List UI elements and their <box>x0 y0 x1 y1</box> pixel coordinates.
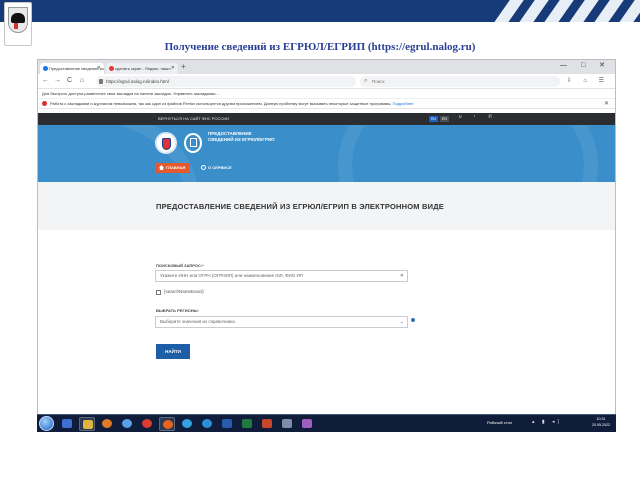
browser-search-input[interactable]: ⌕ Поиск <box>360 76 560 87</box>
vk-icon[interactable]: ʋ <box>459 114 462 120</box>
notification-bar: Работа с закладками и журналом невозможн… <box>38 99 615 109</box>
home-icon <box>159 165 164 170</box>
system-tray[interactable]: ▴ ▮ ◂) <box>532 419 562 425</box>
service-document-icon <box>184 133 202 153</box>
page-title-band: ПРЕДОСТАВЛЕНИЕ СВЕДЕНИЙ ИЗ ЕГРЮЛ/ЕГРИП В… <box>38 182 615 230</box>
chevron-down-icon: ⌄ <box>399 319 404 325</box>
clock[interactable]: 10:31 20.05.2022 <box>592 417 610 428</box>
powerpoint-taskbar-icon[interactable] <box>259 417 275 431</box>
browser-taskbar-icon[interactable] <box>119 417 135 431</box>
exact-name-checkbox[interactable] <box>156 290 161 295</box>
yandex-favicon-icon <box>109 66 114 71</box>
toolbar-menu-icons[interactable]: ⇩ ⌂ ☰ <box>567 77 609 84</box>
region-info-icon[interactable] <box>411 318 415 322</box>
warning-icon <box>42 101 47 106</box>
tab-yandex[interactable]: сделать скрин - Яндекс: нашл ✕ <box>106 63 178 74</box>
region-label: ВЫБРАТЬ РЕГИОНЫ: <box>156 308 199 313</box>
search-query-input[interactable]: Укажите ИНН или ОГРН (ОГРНИП) или наимен… <box>155 270 408 282</box>
site-top-bar: ВЕРНУТЬСЯ НА САЙТ ФНС РОССИИ RU EN ʋ ᵗ ✆ <box>38 113 615 125</box>
twitter-icon[interactable]: ᵗ <box>474 114 475 120</box>
info-icon <box>201 165 206 170</box>
close-notification-button[interactable]: ✕ <box>604 99 609 109</box>
chrome-taskbar-icon[interactable] <box>139 417 155 431</box>
phone-icon[interactable]: ✆ <box>488 114 492 120</box>
home-icon[interactable]: ⌂ <box>80 77 84 84</box>
exact-name-label: {searchNameExact} <box>164 289 204 294</box>
lang-ru-button[interactable]: RU <box>429 116 439 122</box>
region-select[interactable]: Выберите значения из справочника ⌄ <box>155 316 408 328</box>
lang-en-button[interactable]: EN <box>440 116 449 122</box>
bookmarks-bar: Для быстрого доступа разместите свои зак… <box>38 89 615 99</box>
telegram-taskbar-icon[interactable] <box>179 417 195 431</box>
back-button[interactable]: ← <box>42 77 49 84</box>
browser-toolbar: ← → C ⌂ https://egrul.nalog.ru/index.htm… <box>38 74 615 89</box>
new-tab-button[interactable]: + <box>181 62 186 71</box>
address-bar[interactable]: https://egrul.nalog.ru/index.html <box>96 76 356 87</box>
fns-emblem-logo[interactable] <box>155 132 177 154</box>
site-header: ПРЕДОСТАВЛЕНИЕ СВЕДЕНИЙ ИЗ ЕГРЮЛ/ЕГРИП Г… <box>38 125 615 182</box>
find-button[interactable]: НАЙТИ <box>156 344 190 359</box>
browser-tab-bar: Предоставление сведений из ✕ сделать скр… <box>38 60 615 74</box>
back-to-fns-link[interactable]: ВЕРНУТЬСЯ НА САЙТ ФНС РОССИИ <box>158 113 229 125</box>
page-title: ПРЕДОСТАВЛЕНИЕ СВЕДЕНИЙ ИЗ ЕГРЮЛ/ЕГРИП В… <box>156 202 444 211</box>
service-title: ПРЕДОСТАВЛЕНИЕ СВЕДЕНИЙ ИЗ ЕГРЮЛ/ЕГРИП <box>208 131 275 142</box>
app-taskbar-icon[interactable] <box>279 417 295 431</box>
home-button[interactable]: ГЛАВНАЯ <box>156 163 190 173</box>
app-taskbar-icon-2[interactable] <box>299 417 315 431</box>
browser-screenshot: Предоставление сведений из ✕ сделать скр… <box>37 59 616 432</box>
excel-taskbar-icon[interactable] <box>239 417 255 431</box>
reload-button[interactable]: C <box>67 77 72 84</box>
clear-icon[interactable]: ✕ <box>400 271 404 281</box>
firefox-taskbar-icon[interactable] <box>159 417 175 431</box>
word-taskbar-icon[interactable] <box>219 417 235 431</box>
skype-taskbar-icon[interactable] <box>199 417 215 431</box>
slide-title: Получение сведений из ЕГРЮЛ/ЕГРИП (https… <box>164 41 476 53</box>
more-info-link[interactable]: Подробнее <box>393 101 414 106</box>
desktop-label[interactable]: Рабочий стол <box>487 420 512 425</box>
tab-egrul[interactable]: Предоставление сведений из ✕ <box>40 63 104 74</box>
about-service-button[interactable]: О СЕРВИСЕ <box>198 163 232 173</box>
windows-taskbar: Рабочий стол ▴ ▮ ◂) 10:31 20.05.2022 <box>37 414 616 432</box>
slide-banner <box>0 0 640 22</box>
close-tab-icon[interactable]: ✕ <box>171 63 175 74</box>
query-label: ПОИСКОВЫЙ ЗАПРОС:* <box>156 263 204 268</box>
forward-button[interactable]: → <box>54 77 61 84</box>
media-taskbar-icon[interactable] <box>99 417 115 431</box>
explorer-taskbar-icon[interactable] <box>59 417 75 431</box>
slide: Получение сведений из ЕГРЮЛ/ЕГРИП (https… <box>0 0 640 480</box>
search-icon: ⌕ <box>364 78 368 84</box>
lock-icon <box>99 79 103 84</box>
window-controls[interactable]: — □ ✕ <box>560 61 611 69</box>
close-tab-icon[interactable]: ✕ <box>97 63 101 74</box>
files-taskbar-icon[interactable] <box>79 417 95 431</box>
site-favicon-icon <box>43 66 48 71</box>
coat-of-arms-logo <box>4 2 32 46</box>
start-button[interactable] <box>39 416 54 431</box>
